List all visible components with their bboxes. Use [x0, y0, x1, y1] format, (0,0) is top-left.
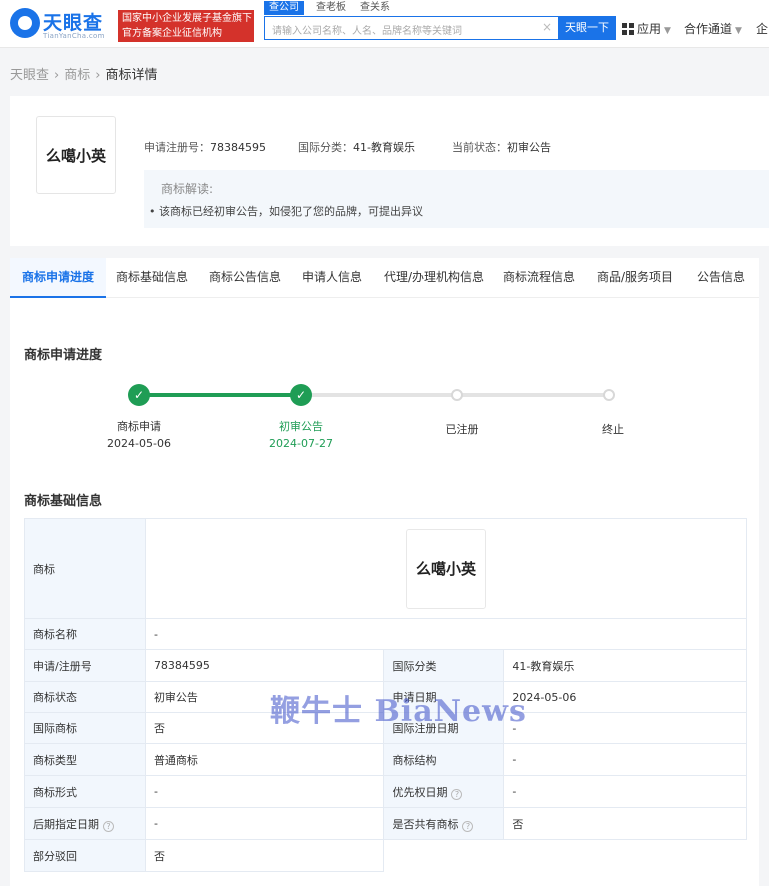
chevron-right-icon: ›: [54, 68, 60, 83]
explanation-text: • 该商标已经初审公告，如侵犯了您的品牌，可提出异议: [149, 205, 423, 218]
help-icon[interactable]: ?: [103, 820, 114, 832]
tab-progress[interactable]: 商标申请进度: [10, 258, 107, 298]
progress-track-done: [140, 393, 302, 397]
step-date-announced: 2024-07-27: [269, 437, 333, 450]
table-row: 商标类型 普通商标 商标结构 -: [24, 743, 747, 776]
breadcrumb-current: 商标详情: [105, 68, 158, 83]
tab-goods-services[interactable]: 商品/服务项目: [597, 258, 673, 298]
trademark-summary-card: 么噶小英 申请注册号：78384595 国际分类：41-教育娱乐 当前状态：初审…: [10, 96, 769, 246]
row-key: 是否共有商标?: [383, 807, 505, 840]
logo-name: 天眼查: [43, 12, 104, 34]
row-key: 商标结构: [383, 743, 505, 776]
tab-basic-info[interactable]: 商标基础信息: [116, 258, 188, 298]
step-label-registered: 已注册: [445, 423, 479, 436]
row-value: -: [144, 807, 385, 840]
step-current-check-icon: ✓: [290, 384, 312, 406]
trademark-detail-card: 商标申请进度 商标基础信息 商标公告信息 申请人信息 代理/办理机构信息 商标流…: [10, 258, 759, 886]
row-value: -: [503, 775, 747, 808]
table-row: 部分驳回 否: [24, 839, 747, 872]
table-row: 后期指定日期? - 是否共有商标? 否: [24, 807, 747, 840]
basic-info-section-title: 商标基础信息: [24, 494, 103, 509]
summary-status: 当前状态：初审公告: [452, 141, 551, 154]
step-pending-dot-icon: [603, 389, 615, 401]
tab-agency-info[interactable]: 代理/办理机构信息: [384, 258, 484, 298]
row-value: 2024-05-06: [503, 681, 747, 713]
search-tab-relation[interactable]: 查关系: [360, 1, 390, 15]
step-date-applied: 2024-05-06: [107, 437, 171, 450]
tab-process-info[interactable]: 商标流程信息: [503, 258, 575, 298]
chevron-down-icon: ▼: [735, 26, 742, 36]
partial-reject-key: 部分驳回: [24, 839, 146, 872]
trademark-image: 么噶小英: [405, 528, 486, 609]
step-pending-dot-icon: [451, 389, 463, 401]
row-value: 否: [503, 807, 747, 840]
search-tab-boss[interactable]: 查老板: [316, 1, 346, 15]
trademark-thumbnail: 么噶小英: [36, 116, 116, 194]
summary-reg-no: 申请注册号：78384595: [144, 141, 266, 154]
trademark-key: 商标: [24, 518, 146, 619]
chevron-down-icon: ▼: [664, 26, 671, 36]
logo-mark-icon: [10, 8, 40, 38]
progress-section-title: 商标申请进度: [24, 348, 103, 363]
slogan-line-2: 官方备案企业征信机构: [122, 28, 222, 39]
search-placeholder: 请输入公司名称、人名、品牌名称等关键词: [272, 26, 462, 37]
row-value: -: [144, 775, 385, 808]
detail-tabs: 商标申请进度 商标基础信息 商标公告信息 申请人信息 代理/办理机构信息 商标流…: [10, 258, 759, 298]
row-value: 41-教育娱乐: [503, 649, 747, 682]
help-icon[interactable]: ?: [451, 788, 463, 800]
breadcrumb: 天眼查 › 商标 › 商标详情: [10, 64, 157, 83]
help-icon[interactable]: ?: [462, 820, 474, 832]
row-value: -: [503, 712, 747, 744]
name-value: -: [144, 618, 748, 650]
tab-applicant-info[interactable]: 申请人信息: [302, 258, 362, 298]
tab-announcement-info[interactable]: 商标公告信息: [209, 258, 281, 298]
row-key: 申请/注册号: [24, 649, 146, 682]
trademark-explanation: 商标解读: • 该商标已经初审公告，如侵犯了您的品牌，可提出异议: [144, 170, 769, 228]
search-input[interactable]: 请输入公司名称、人名、品牌名称等关键词 ×: [264, 16, 558, 40]
slogan-banner: 国家中小企业发展子基金旗下 官方备案企业征信机构: [118, 10, 254, 42]
table-row: 商标名称 -: [24, 618, 748, 650]
explanation-title: 商标解读:: [161, 182, 214, 196]
search-button[interactable]: 天眼一下: [558, 16, 616, 40]
watermark: 鞭牛士 BiaNews: [270, 694, 527, 729]
table-row: 商标 么噶小英: [24, 518, 748, 619]
row-value: -: [503, 743, 747, 776]
row-key: 商标类型: [24, 743, 146, 776]
logo-sub: TianYanCha.com: [43, 32, 105, 40]
row-key: 商标形式: [24, 775, 146, 808]
name-key: 商标名称: [24, 618, 146, 650]
row-key: 后期指定日期?: [24, 807, 146, 840]
step-label-applied: 商标申请: [117, 420, 161, 433]
slogan-line-1: 国家中小企业发展子基金旗下: [122, 13, 252, 24]
row-key: 商标状态: [24, 681, 146, 713]
row-value: 普通商标: [144, 743, 385, 776]
apps-grid-icon: [622, 23, 634, 35]
row-key: 国际商标: [24, 712, 146, 744]
row-key: 优先权日期?: [383, 775, 505, 808]
summary-intl-class: 国际分类：41-教育娱乐: [298, 141, 415, 154]
step-label-announced: 初审公告: [279, 420, 323, 433]
clear-icon[interactable]: ×: [542, 20, 552, 34]
table-row: 商标形式 - 优先权日期? -: [24, 775, 747, 808]
breadcrumb-home[interactable]: 天眼查: [10, 68, 49, 83]
row-value: 78384595: [144, 649, 385, 682]
nav-partner[interactable]: 合作通道 ▼: [684, 20, 742, 37]
breadcrumb-trademark[interactable]: 商标: [64, 68, 90, 83]
tab-announcements[interactable]: 公告信息: [697, 258, 745, 298]
trademark-image-cell: 么噶小英: [144, 518, 748, 619]
step-done-check-icon: ✓: [128, 384, 150, 406]
table-row: 申请/注册号 78384595 国际分类 41-教育娱乐: [24, 649, 747, 682]
search-tab-company[interactable]: 查公司: [264, 1, 304, 15]
top-header: 天眼查 TianYanCha.com 国家中小企业发展子基金旗下 官方备案企业征…: [0, 0, 769, 48]
row-key: 国际分类: [383, 649, 505, 682]
logo[interactable]: 天眼查 TianYanCha.com: [10, 8, 116, 42]
nav-apps[interactable]: 应用 ▼: [622, 20, 671, 37]
nav-enterprise[interactable]: 企: [756, 20, 768, 37]
chevron-right-icon: ›: [95, 68, 101, 83]
partial-reject-value: 否: [144, 839, 385, 872]
step-label-terminated: 终止: [602, 423, 624, 436]
